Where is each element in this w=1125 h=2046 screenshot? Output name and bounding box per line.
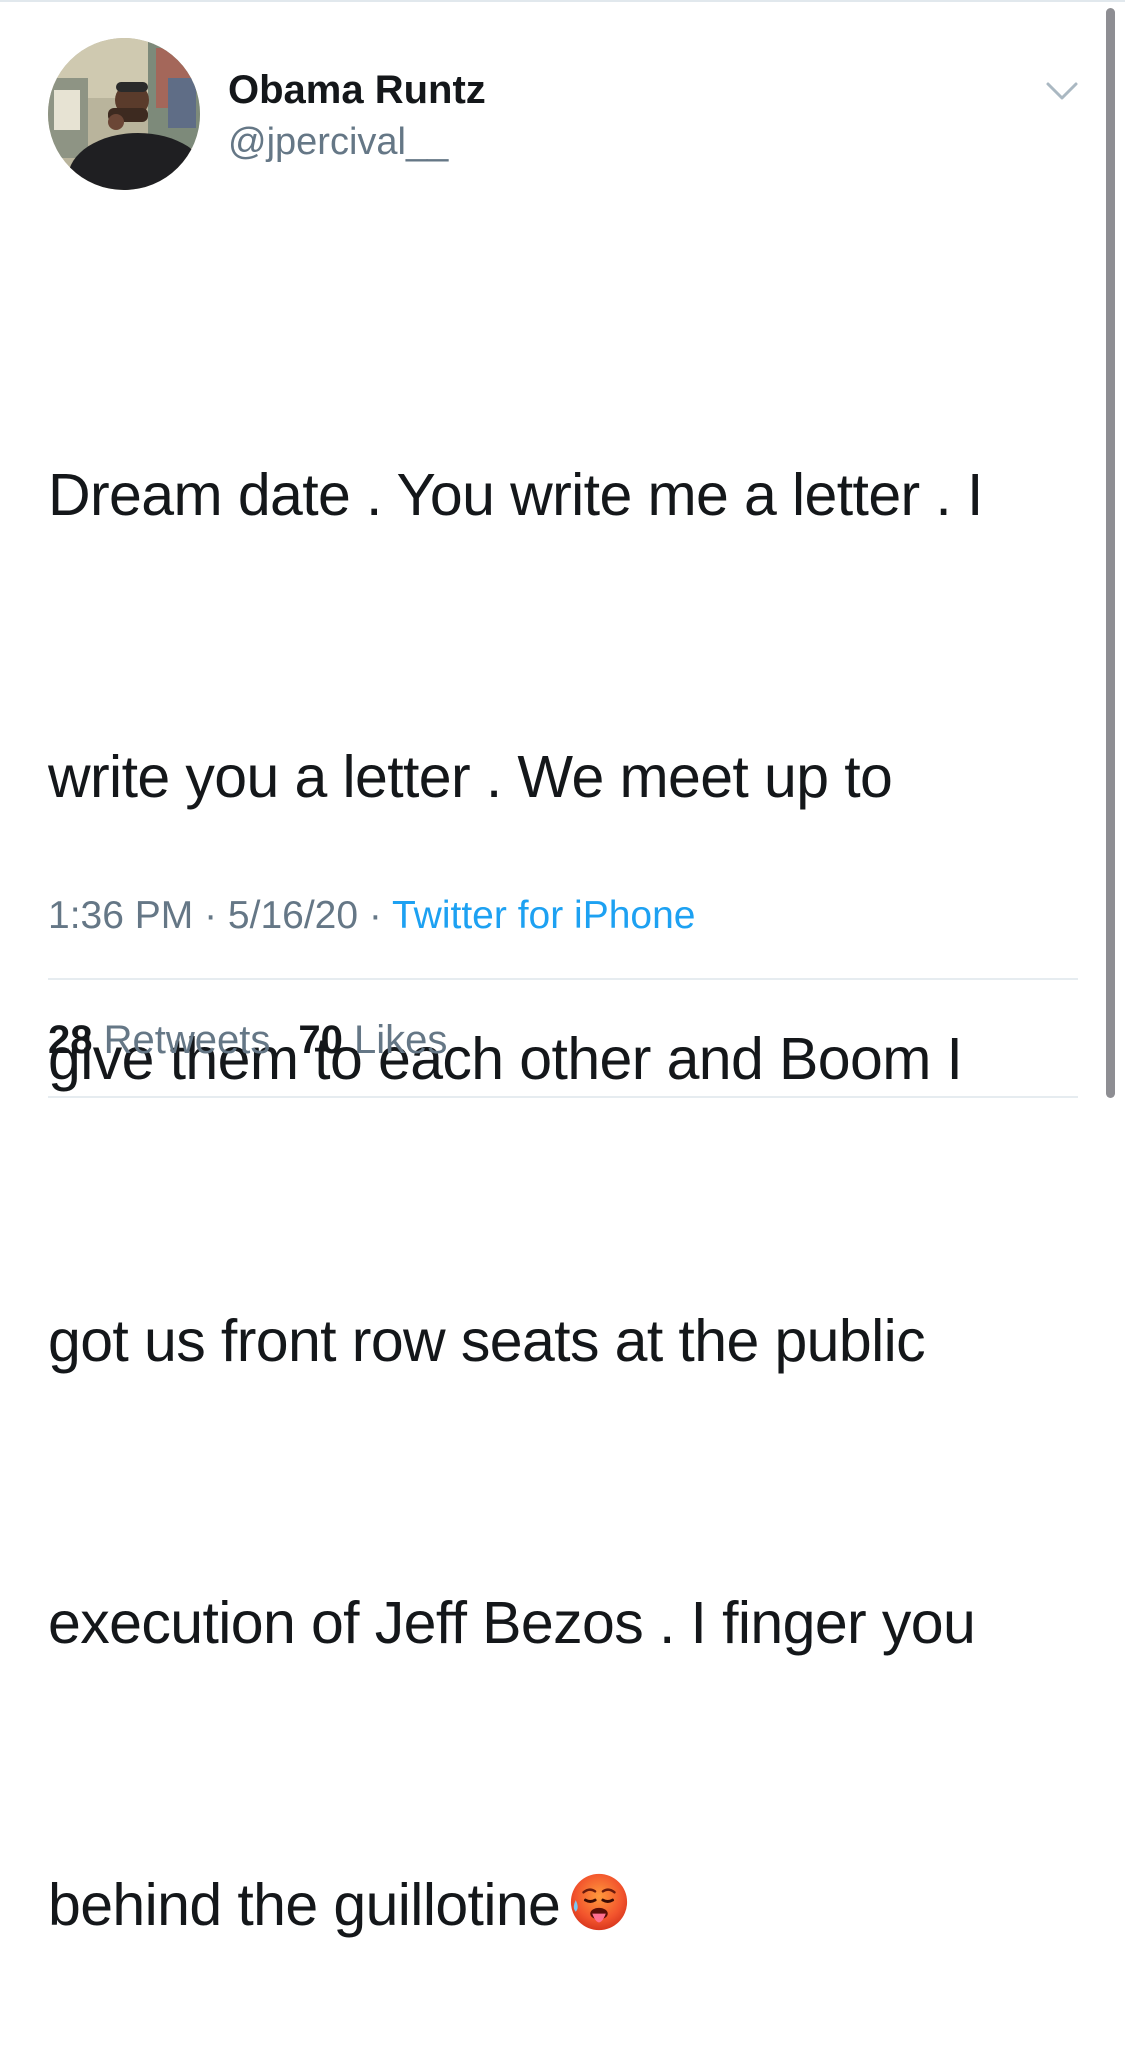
tweet-text-line: behind the guillotine: [48, 1872, 561, 1938]
meta-separator: ·: [193, 894, 228, 937]
retweets-label: Retweets: [103, 1018, 271, 1062]
meta-separator: ·: [358, 894, 393, 937]
tweet-meta: 1:36 PM · 5/16/20 · Twitter for iPhone: [48, 893, 695, 939]
tweet-date[interactable]: 5/16/20: [228, 894, 358, 937]
avatar[interactable]: [48, 38, 200, 190]
retweets-stat[interactable]: 28 Retweets: [48, 1018, 270, 1062]
avatar-image: [48, 38, 200, 190]
chevron-down-icon[interactable]: [1042, 76, 1082, 104]
tweet-source-link[interactable]: Twitter for iPhone: [392, 894, 695, 937]
top-border: [0, 0, 1125, 2]
retweets-count: 28: [48, 1018, 93, 1062]
tweet-text-line: Dream date . You write me a letter . I: [48, 462, 983, 528]
scrollbar[interactable]: [1106, 8, 1115, 1098]
tweet-text-line-last: behind the guillotine: [48, 1858, 1088, 1952]
hot-face-emoji-icon: [571, 1873, 628, 1931]
tweet-stats: 28 Retweets 70 Likes: [48, 1016, 447, 1064]
tweet-text-line: write you a letter . We meet up to: [48, 744, 893, 810]
tweet-text: Dream date . You write me a letter . I w…: [48, 260, 1088, 2046]
divider: [48, 1096, 1078, 1098]
tweet-text-line: execution of Jeff Bezos . I finger you: [48, 1590, 976, 1656]
likes-stat[interactable]: 70 Likes: [298, 1018, 447, 1062]
divider: [48, 978, 1078, 980]
likes-count: 70: [298, 1018, 343, 1062]
author-handle[interactable]: @jpercival__: [228, 120, 448, 164]
tweet-time[interactable]: 1:36 PM: [48, 894, 193, 937]
likes-label: Likes: [354, 1018, 448, 1062]
tweet-text-line: got us front row seats at the public: [48, 1308, 926, 1374]
author-display-name[interactable]: Obama Runtz: [228, 68, 486, 112]
